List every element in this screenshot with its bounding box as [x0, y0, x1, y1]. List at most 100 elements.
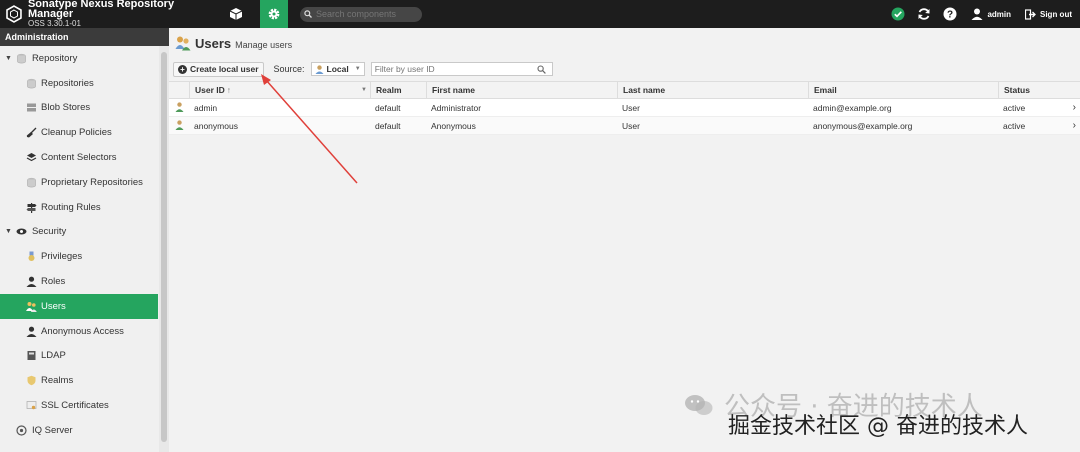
signpost-icon	[25, 201, 37, 213]
sidebar-nav: ▼ Repository Repositories Blob Stores Cleanu…	[0, 46, 158, 443]
sidebar-item-ldap[interactable]: LDAP	[0, 344, 158, 369]
help-button[interactable]: ?	[940, 4, 960, 24]
refresh-icon	[918, 8, 930, 20]
search-components[interactable]	[300, 6, 422, 22]
sidebar-item-proprietary-repositories[interactable]: Proprietary Repositories	[0, 170, 158, 195]
sidebar-item-label: Roles	[41, 276, 66, 288]
sidebar-item-roles[interactable]: Roles	[0, 269, 158, 294]
column-header-email[interactable]: Email	[808, 82, 998, 99]
database-icon	[16, 52, 28, 64]
column-header-realm[interactable]: Realm	[370, 82, 426, 99]
sidebar-item-users[interactable]: Users	[0, 293, 158, 319]
sidebar-item-realms[interactable]: Realms	[0, 368, 158, 393]
create-local-user-button[interactable]: + Create local user	[173, 61, 264, 77]
sidebar-item-label: Blob Stores	[41, 102, 91, 114]
sidebar-item-label: Proprietary Repositories	[41, 176, 143, 188]
toolbar: + Create local user Source: Local ▼	[169, 58, 1080, 80]
watermark-line2: 掘金技术社区 @ 奋进的技术人	[728, 414, 1028, 439]
sidebar-item-label: Users	[41, 300, 66, 312]
sidebar-item-repository[interactable]: ▼ Repository	[0, 46, 158, 71]
search-input[interactable]	[316, 9, 416, 19]
users-icon	[25, 300, 37, 312]
cell-email: anonymous@example.org	[813, 120, 913, 131]
user-account-link[interactable]: admin	[971, 8, 1011, 20]
browse-button[interactable]	[222, 0, 250, 28]
chevron-right-icon[interactable]: ›	[1073, 120, 1076, 131]
book-icon	[25, 350, 37, 362]
caret-down-icon[interactable]: ▼	[5, 55, 12, 62]
sidebar-item-iq-server[interactable]: ▼IQ Server	[0, 418, 158, 443]
sidebar-item-anonymous-access[interactable]: Anonymous Access	[0, 319, 158, 344]
check-circle-icon	[891, 7, 905, 21]
sign-out-label: Sign out	[1040, 9, 1072, 19]
system-status-button[interactable]	[888, 4, 908, 24]
eye-icon	[16, 226, 28, 238]
certificate-icon	[25, 400, 37, 412]
sidebar-scrollbar[interactable]	[159, 46, 169, 452]
sidebar-item-label: SSL Certificates	[41, 400, 109, 412]
sidebar-item-cleanup-policies[interactable]: Cleanup Policies	[0, 120, 158, 145]
medal-icon	[25, 251, 37, 263]
refresh-button[interactable]	[914, 4, 934, 24]
chevron-down-icon: ▼	[354, 66, 361, 72]
cell-first-name: Anonymous	[431, 120, 476, 131]
column-label: Last name	[623, 85, 666, 95]
sidebar-item-label: Repository	[31, 52, 78, 64]
database-icon	[25, 176, 37, 188]
grid-header: User ID ↑ ▼ Realm First name Last name Ema…	[169, 81, 1080, 99]
column-header-first-name[interactable]: First name	[426, 82, 617, 99]
admin-settings-button[interactable]	[260, 0, 288, 28]
sidebar-item-ssl-certificates[interactable]: SSL Certificates	[0, 393, 158, 418]
table-row[interactable]: admin default Administrator User admin@examp…	[169, 99, 1080, 117]
sidebar-header: Administration	[0, 28, 169, 46]
sidebar-item-label: Security	[31, 226, 67, 238]
cube-icon	[229, 8, 243, 20]
source-label: Source:	[273, 64, 305, 74]
cell-user-id: anonymous	[194, 120, 238, 131]
user-icon	[25, 325, 37, 337]
sidebar-item-repositories[interactable]: Repositories	[0, 71, 158, 96]
sidebar-item-label: Repositories	[41, 77, 94, 89]
search-icon	[304, 10, 312, 18]
plus-circle-icon: +	[178, 64, 187, 74]
column-header-user-id[interactable]: User ID ↑ ▼	[189, 82, 370, 99]
grid-body: admin default Administrator User admin@examp…	[169, 99, 1080, 135]
page-title: Users	[195, 35, 232, 51]
sidebar-item-content-selectors[interactable]: Content Selectors	[0, 145, 158, 170]
cell-user-id: admin	[194, 102, 218, 113]
cell-status: active	[1003, 120, 1026, 131]
user-icon	[25, 276, 37, 288]
sidebar-item-label: IQ Server	[31, 424, 73, 436]
users-grid: User ID ↑ ▼ Realm First name Last name Ema…	[169, 81, 1080, 135]
sidebar-item-routing-rules[interactable]: Routing Rules	[0, 195, 158, 220]
cell-realm: default	[375, 120, 401, 131]
user-icon	[315, 64, 324, 74]
admin-sidebar: Administration ▼ Repository Repositories Bl…	[0, 28, 169, 452]
source-select[interactable]: Local ▼	[310, 62, 365, 76]
cell-last-name: User	[622, 120, 640, 131]
chevron-right-icon[interactable]: ›	[1073, 102, 1076, 113]
sidebar-item-privileges[interactable]: Privileges	[0, 244, 158, 269]
sign-out-link[interactable]: Sign out	[1025, 8, 1072, 20]
column-header-status[interactable]: Status	[998, 82, 1060, 99]
table-row[interactable]: anonymous default Anonymous User anonymous@e…	[169, 117, 1080, 135]
server-icon	[25, 102, 37, 114]
user-filter-box[interactable]	[370, 62, 553, 76]
caret-down-icon[interactable]: ▼	[5, 228, 12, 235]
gear-icon	[268, 8, 280, 20]
source-value: Local	[326, 64, 349, 74]
column-menu-icon[interactable]: ▼	[361, 82, 367, 99]
brand[interactable]: Sonatype Nexus Repository Manager OSS 3.…	[0, 0, 222, 28]
sidebar-item-security[interactable]: ▼ Security	[0, 220, 158, 245]
iq-icon	[16, 424, 28, 436]
sidebar-item-label: Anonymous Access	[41, 325, 124, 337]
sidebar-item-label: Cleanup Policies	[41, 127, 112, 139]
scrollbar-thumb[interactable]	[161, 52, 167, 442]
cell-email: admin@example.org	[813, 102, 892, 113]
filter-input[interactable]	[374, 64, 537, 74]
sort-ascending-icon: ↑	[226, 85, 232, 95]
column-header-last-name[interactable]: Last name	[617, 82, 808, 99]
sidebar-item-blob-stores[interactable]: Blob Stores	[0, 96, 158, 121]
cell-first-name: Administrator	[431, 102, 482, 113]
cell-realm: default	[375, 102, 401, 113]
